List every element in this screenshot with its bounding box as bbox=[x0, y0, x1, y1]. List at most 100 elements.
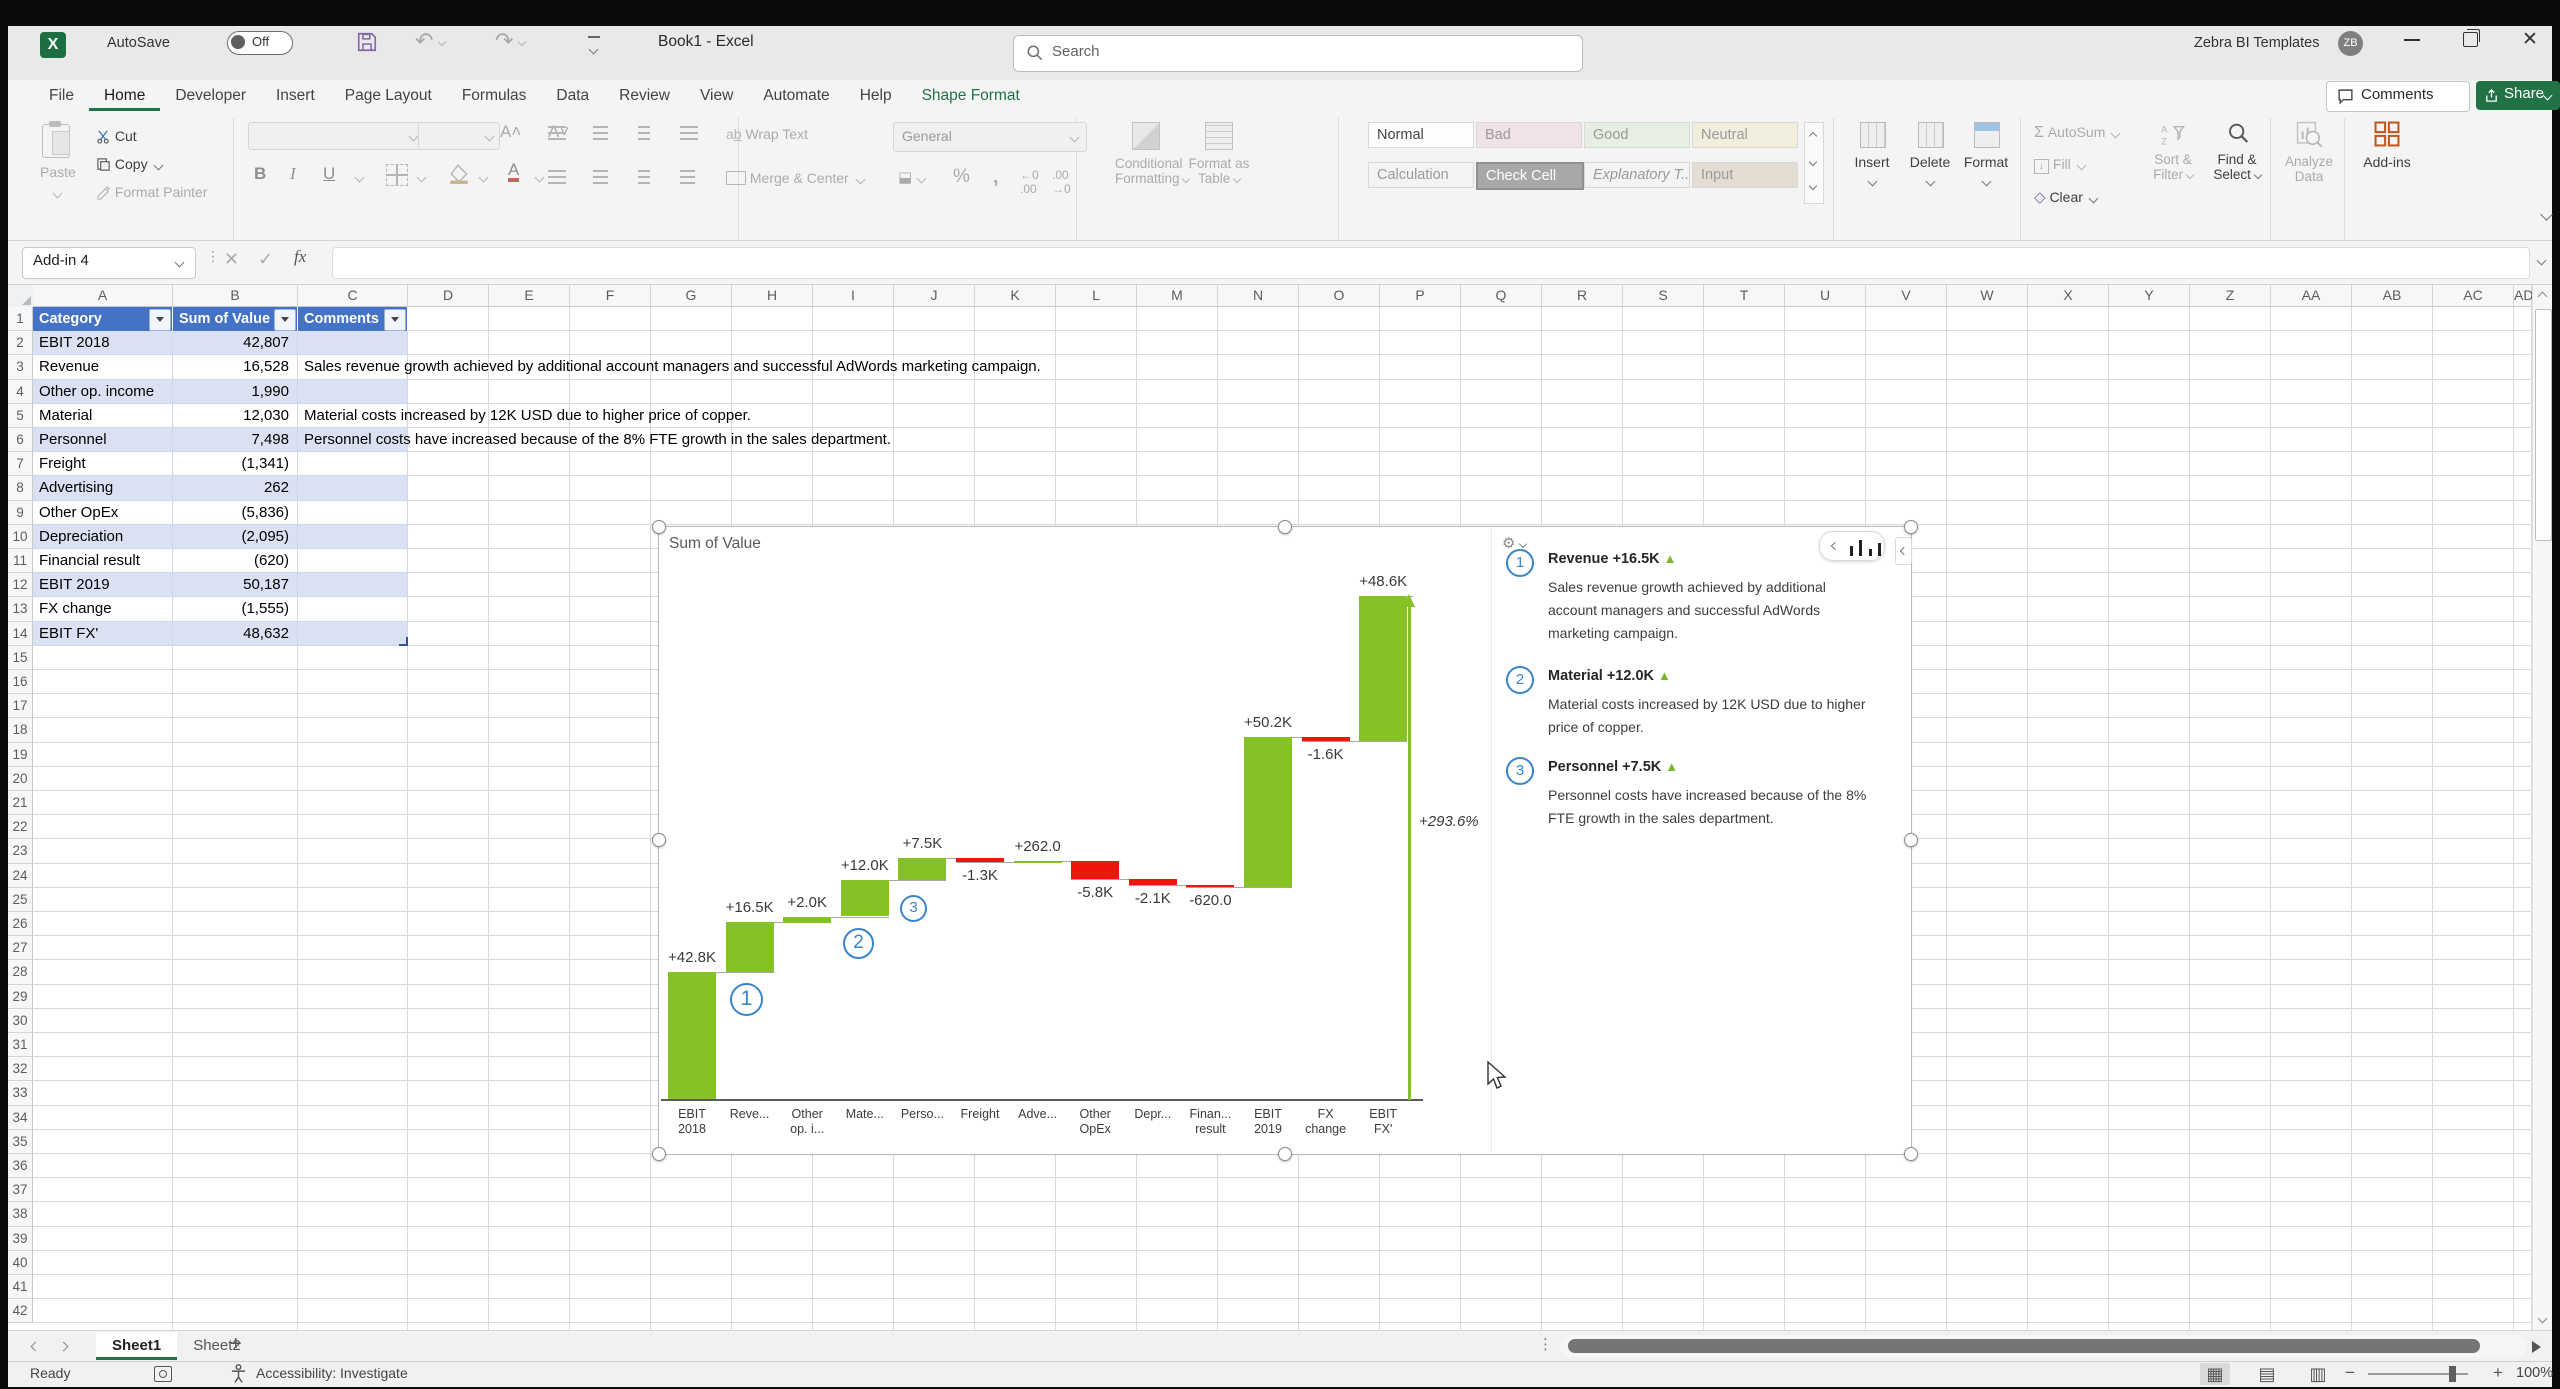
name-box[interactable]: Add-in 4 bbox=[22, 247, 196, 279]
resize-handle[interactable] bbox=[652, 520, 666, 534]
formula-input[interactable] bbox=[332, 247, 2530, 279]
row-header-40[interactable]: 40 bbox=[8, 1251, 33, 1275]
filter-button-0[interactable] bbox=[149, 309, 171, 331]
table-cell-category-5[interactable]: Material bbox=[33, 404, 173, 428]
zebra-bi-logo-icon[interactable] bbox=[1850, 538, 1881, 556]
row-header-25[interactable]: 25 bbox=[8, 888, 33, 912]
column-header-E[interactable]: E bbox=[489, 285, 570, 307]
font-color-chevron-icon[interactable] bbox=[535, 173, 545, 183]
row-header-26[interactable]: 26 bbox=[8, 912, 33, 936]
normal-view-button[interactable]: ▦ bbox=[2200, 1363, 2230, 1385]
table-cell-comment-12[interactable] bbox=[298, 573, 408, 597]
table-cell-category-6[interactable]: Personnel bbox=[33, 428, 173, 452]
grow-font-button[interactable]: A˄ bbox=[500, 122, 521, 142]
column-header-AA[interactable]: AA bbox=[2271, 285, 2352, 307]
row-header-14[interactable]: 14 bbox=[8, 622, 33, 646]
page-layout-view-button[interactable]: ▤ bbox=[2252, 1363, 2282, 1385]
table-cell-comment-8[interactable] bbox=[298, 476, 408, 500]
borders-chevron-icon[interactable] bbox=[417, 173, 427, 183]
column-header-G[interactable]: G bbox=[651, 285, 732, 307]
column-header-U[interactable]: U bbox=[1785, 285, 1866, 307]
table-cell-category-11[interactable]: Financial result bbox=[33, 549, 173, 573]
row-header-35[interactable]: 35 bbox=[8, 1130, 33, 1154]
table-cell-value-3[interactable]: 16,528 bbox=[173, 355, 298, 379]
row-header-20[interactable]: 20 bbox=[8, 767, 33, 791]
column-header-L[interactable]: L bbox=[1056, 285, 1137, 307]
ribbon-tab-file[interactable]: File bbox=[34, 81, 89, 111]
bar-fx-change[interactable] bbox=[1302, 737, 1350, 742]
copy-button[interactable]: Copy bbox=[96, 156, 162, 172]
cancel-icon[interactable]: ✕ bbox=[224, 249, 239, 270]
new-sheet-button[interactable]: + bbox=[230, 1333, 242, 1356]
wrap-text-button[interactable]: ab̲ Wrap Text bbox=[726, 126, 808, 142]
collapse-ribbon-icon[interactable] bbox=[2540, 208, 2553, 221]
font-size-combo[interactable] bbox=[418, 122, 500, 150]
style-explanatory-t-[interactable]: Explanatory T... bbox=[1584, 162, 1690, 188]
align-icon-3[interactable] bbox=[548, 170, 572, 188]
bar-revenue[interactable] bbox=[726, 922, 774, 972]
bar-other-opex[interactable] bbox=[1071, 861, 1119, 879]
ribbon-tab-insert[interactable]: Insert bbox=[261, 81, 330, 111]
row-header-2[interactable]: 2 bbox=[8, 331, 33, 355]
row-header-11[interactable]: 11 bbox=[8, 549, 33, 573]
number-format-combo[interactable]: General bbox=[893, 122, 1087, 152]
insert-function-icon[interactable]: fx bbox=[294, 247, 306, 267]
column-header-AD[interactable]: AD bbox=[2514, 285, 2532, 307]
vertical-scrollbar[interactable] bbox=[2532, 285, 2552, 1330]
bar-ebit-fx-[interactable] bbox=[1359, 596, 1407, 742]
clear-button[interactable]: ◇ Clear bbox=[2034, 188, 2097, 206]
column-header-I[interactable]: I bbox=[813, 285, 894, 307]
undo-button[interactable]: ↶ bbox=[415, 28, 445, 54]
table-cell-value-8[interactable]: 262 bbox=[173, 476, 298, 500]
enter-icon[interactable]: ✓ bbox=[258, 249, 273, 270]
table-cell-comment-2[interactable] bbox=[298, 331, 408, 355]
row-header-39[interactable]: 39 bbox=[8, 1227, 33, 1251]
column-header-D[interactable]: D bbox=[408, 285, 489, 307]
column-header-AB[interactable]: AB bbox=[2352, 285, 2433, 307]
table-cell-value-9[interactable]: (5,836) bbox=[173, 501, 298, 525]
row-header-36[interactable]: 36 bbox=[8, 1154, 33, 1178]
sheet-tab-sheet1[interactable]: Sheet1 bbox=[96, 1332, 177, 1360]
resize-handle[interactable] bbox=[1278, 520, 1292, 534]
table-cell-value-4[interactable]: 1,990 bbox=[173, 380, 298, 404]
column-header-C[interactable]: C bbox=[298, 285, 408, 307]
accessibility-icon[interactable] bbox=[230, 1364, 247, 1383]
decrease-decimal-button[interactable]: .00→0 bbox=[1052, 168, 1071, 196]
toolbar-collapse-icon[interactable] bbox=[1831, 542, 1839, 550]
table-cell-comment-14[interactable] bbox=[298, 622, 408, 646]
bar-other-op-income[interactable] bbox=[783, 917, 831, 923]
formula-bar-splitter[interactable]: ⋮ bbox=[206, 253, 209, 271]
ribbon-tab-developer[interactable]: Developer bbox=[160, 81, 261, 111]
table-cell-comment-10[interactable] bbox=[298, 525, 408, 549]
row-header-37[interactable]: 37 bbox=[8, 1178, 33, 1202]
table-cell-value-12[interactable]: 50,187 bbox=[173, 573, 298, 597]
macro-record-icon[interactable] bbox=[154, 1366, 172, 1382]
table-cell-category-12[interactable]: EBIT 2019 bbox=[33, 573, 173, 597]
row-header-30[interactable]: 30 bbox=[8, 1009, 33, 1033]
column-header-B[interactable]: B bbox=[173, 285, 298, 307]
table-cell-category-7[interactable]: Freight bbox=[33, 452, 173, 476]
table-cell-category-8[interactable]: Advertising bbox=[33, 476, 173, 500]
share-button[interactable]: Share bbox=[2476, 81, 2560, 110]
scroll-right-icon[interactable] bbox=[2532, 1341, 2541, 1353]
chart-annotation-1[interactable]: 1 bbox=[730, 983, 763, 1016]
bar-material[interactable] bbox=[841, 880, 889, 916]
bar-advertising[interactable] bbox=[1014, 861, 1062, 863]
table-cell-value-2[interactable]: 42,807 bbox=[173, 331, 298, 355]
row-header-29[interactable]: 29 bbox=[8, 985, 33, 1009]
column-header-S[interactable]: S bbox=[1623, 285, 1704, 307]
style-neutral[interactable]: Neutral bbox=[1692, 122, 1798, 148]
bar-freight[interactable] bbox=[956, 858, 1004, 862]
ribbon-tab-formulas[interactable]: Formulas bbox=[447, 81, 542, 111]
fill-color-button[interactable] bbox=[448, 164, 470, 180]
column-header-O[interactable]: O bbox=[1299, 285, 1380, 307]
accounting-format-button[interactable]: ⬓ bbox=[898, 168, 925, 186]
scroll-down-icon[interactable] bbox=[2538, 1314, 2548, 1324]
row-header-1[interactable]: 1 bbox=[8, 307, 33, 331]
redo-button[interactable]: ↷ bbox=[495, 28, 525, 54]
resize-handle[interactable] bbox=[1904, 520, 1918, 534]
row-header-42[interactable]: 42 bbox=[8, 1299, 33, 1323]
row-header-6[interactable]: 6 bbox=[8, 428, 33, 452]
table-cell-category-9[interactable]: Other OpEx bbox=[33, 501, 173, 525]
row-header-28[interactable]: 28 bbox=[8, 960, 33, 984]
